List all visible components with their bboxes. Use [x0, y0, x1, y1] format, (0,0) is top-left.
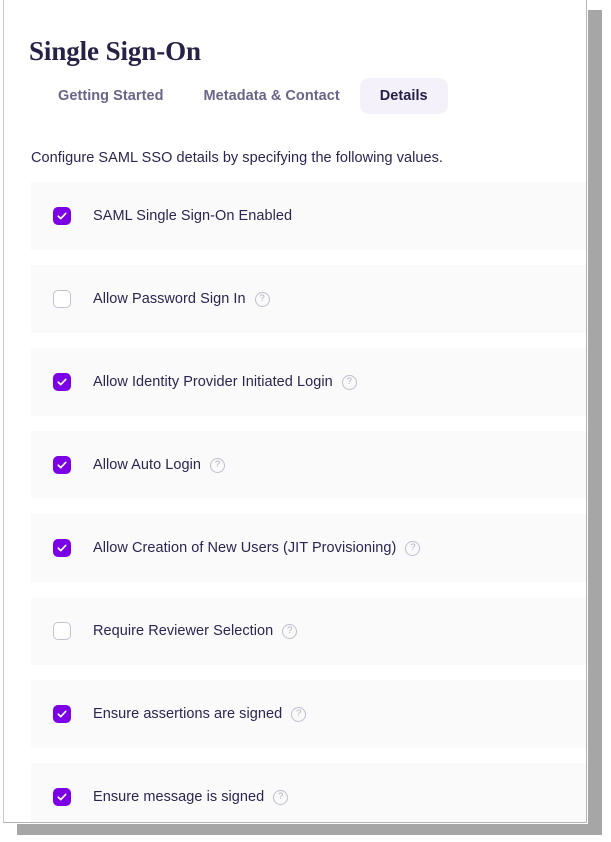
- checkbox-ensure-message-is-signed[interactable]: [53, 788, 71, 806]
- checkbox-allow-creation-of-new-users[interactable]: [53, 539, 71, 557]
- row-inner: Ensure assertions are signed ?: [53, 705, 307, 723]
- row-inner: Allow Creation of New Users (JIT Provisi…: [53, 539, 421, 557]
- setting-row-allow-password-sign-in[interactable]: Allow Password Sign In ?: [31, 265, 586, 333]
- setting-row-allow-creation-of-new-users[interactable]: Allow Creation of New Users (JIT Provisi…: [31, 514, 586, 582]
- setting-label: Allow Creation of New Users (JIT Provisi…: [93, 540, 397, 556]
- checkbox-allow-identity-provider-initiated-login[interactable]: [53, 373, 71, 391]
- tab-metadata-and-contact[interactable]: Metadata & Contact: [183, 78, 359, 114]
- setting-label: Require Reviewer Selection: [93, 623, 274, 639]
- tab-bar: Getting Started Metadata & Contact Detai…: [38, 78, 448, 114]
- row-inner: Require Reviewer Selection ?: [53, 622, 298, 640]
- check-icon: [57, 212, 67, 220]
- checkbox-saml-single-sign-on-enabled[interactable]: [53, 207, 71, 225]
- row-inner: Allow Auto Login ?: [53, 456, 226, 474]
- setting-row-require-reviewer-selection[interactable]: Require Reviewer Selection ?: [31, 597, 586, 665]
- checkbox-require-reviewer-selection[interactable]: [53, 622, 71, 640]
- setting-label: Allow Identity Provider Initiated Login: [93, 374, 333, 390]
- page-title: Single Sign-On: [29, 36, 201, 67]
- setting-row-saml-single-sign-on-enabled[interactable]: SAML Single Sign-On Enabled: [31, 182, 586, 250]
- window-shadow-right: [588, 10, 602, 834]
- checkbox-allow-auto-login[interactable]: [53, 456, 71, 474]
- setting-label: Allow Password Sign In: [93, 291, 246, 307]
- setting-label: Ensure message is signed: [93, 789, 265, 805]
- help-icon[interactable]: ?: [282, 623, 298, 639]
- help-icon[interactable]: ?: [210, 457, 226, 473]
- setting-row-allow-auto-login[interactable]: Allow Auto Login ?: [31, 431, 586, 499]
- window-shadow-corner: [588, 0, 602, 10]
- row-inner: Allow Identity Provider Initiated Login …: [53, 373, 357, 391]
- window-shadow-bottom: [17, 824, 602, 835]
- check-icon: [57, 793, 67, 801]
- setting-row-ensure-message-is-signed[interactable]: Ensure message is signed ?: [31, 763, 586, 822]
- help-icon[interactable]: ?: [341, 374, 357, 390]
- row-inner: SAML Single Sign-On Enabled: [53, 207, 292, 225]
- help-icon[interactable]: ?: [405, 540, 421, 556]
- tab-details[interactable]: Details: [359, 78, 448, 114]
- setting-label: SAML Single Sign-On Enabled: [93, 208, 293, 224]
- check-icon: [57, 378, 67, 386]
- setting-label: Ensure assertions are signed: [93, 706, 283, 722]
- check-icon: [57, 461, 67, 469]
- tab-getting-started[interactable]: Getting Started: [38, 78, 183, 114]
- row-inner: Ensure message is signed ?: [53, 788, 289, 806]
- help-icon[interactable]: ?: [254, 291, 270, 307]
- application-window: Single Sign-On Getting Started Metadata …: [3, 0, 587, 823]
- settings-list: SAML Single Sign-On Enabled Allow Passwo…: [31, 182, 586, 822]
- help-icon[interactable]: ?: [291, 706, 307, 722]
- check-icon: [57, 710, 67, 718]
- setting-row-allow-identity-provider-initiated-login[interactable]: Allow Identity Provider Initiated Login …: [31, 348, 586, 416]
- setting-label: Allow Auto Login: [93, 457, 202, 473]
- check-icon: [57, 544, 67, 552]
- row-inner: Allow Password Sign In ?: [53, 290, 270, 308]
- help-icon[interactable]: ?: [273, 789, 289, 805]
- checkbox-ensure-assertions-are-signed[interactable]: [53, 705, 71, 723]
- checkbox-allow-password-sign-in[interactable]: [53, 290, 71, 308]
- setting-row-ensure-assertions-are-signed[interactable]: Ensure assertions are signed ?: [31, 680, 586, 748]
- section-description: Configure SAML SSO details by specifying…: [31, 150, 443, 166]
